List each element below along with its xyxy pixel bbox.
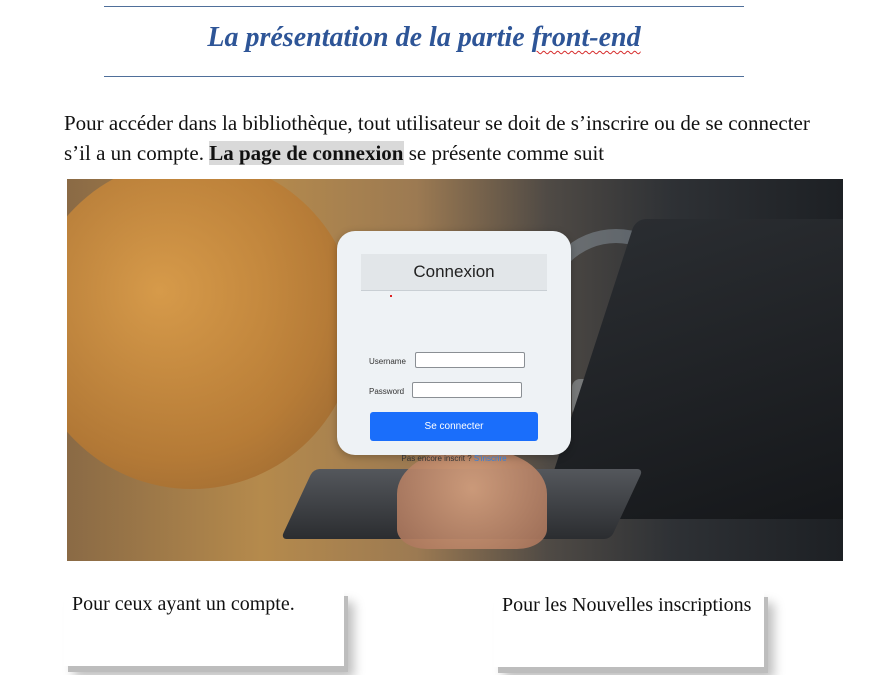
- login-button[interactable]: Se connecter: [370, 412, 538, 441]
- signup-prompt: Pas encore inscrit ?: [401, 454, 474, 463]
- intro-text-end: se présente comme suit: [403, 141, 605, 165]
- section-heading: La présentation de la partie front-end: [104, 22, 744, 54]
- login-screenshot: ord Connexion Username Password Se conne…: [67, 179, 843, 561]
- bottom-rule: [104, 76, 744, 77]
- photo-sleeve: [67, 179, 357, 489]
- password-input[interactable]: [412, 382, 522, 398]
- username-label: Username: [369, 357, 406, 366]
- password-label: Password: [369, 387, 405, 396]
- photo-hand: [397, 449, 547, 549]
- intro-highlight: La page de connexion: [209, 141, 404, 165]
- login-title: Connexion: [361, 254, 547, 291]
- existing-account-callout: Pour ceux ayant un compte.: [64, 590, 344, 666]
- new-signup-callout: Pour les Nouvelles inscriptions: [494, 591, 764, 667]
- heading-text: La présentation de la partie: [207, 22, 532, 53]
- top-rule: [104, 6, 744, 7]
- login-card: Connexion Username Password Se connecter…: [337, 231, 571, 463]
- signup-line: Pas encore inscrit ? S'inscrire: [337, 454, 571, 463]
- intro-paragraph: Pour accéder dans la bibliothèque, tout …: [64, 108, 834, 168]
- signup-link[interactable]: S'inscrire: [474, 454, 507, 463]
- heading-marked-text: front-end: [531, 22, 641, 53]
- required-marker: [390, 295, 392, 297]
- username-input[interactable]: [415, 352, 525, 368]
